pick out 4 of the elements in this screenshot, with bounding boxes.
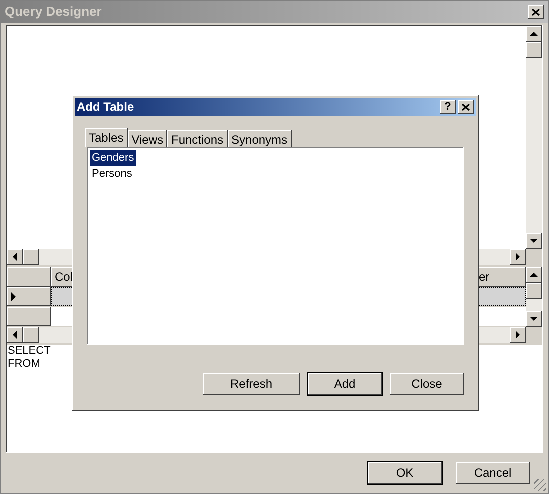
sql-line: SELECT xyxy=(8,345,51,358)
window-title: Query Designer xyxy=(5,3,102,22)
sql-line: FROM xyxy=(8,358,40,371)
dialog-title: Add Table xyxy=(77,99,134,116)
